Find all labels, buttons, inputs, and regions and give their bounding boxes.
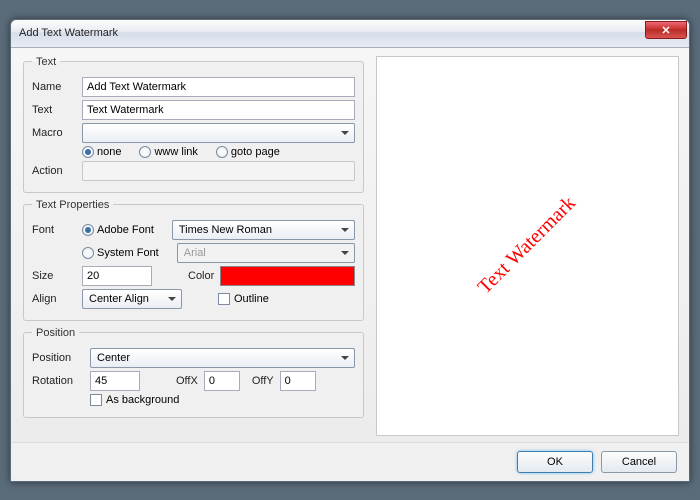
- system-font-select: Arial: [177, 243, 355, 263]
- outline-checkbox[interactable]: Outline: [218, 293, 269, 305]
- position-label: Position: [32, 352, 84, 364]
- size-label: Size: [32, 270, 76, 282]
- left-panel: Text Name Text Macro none www link goto …: [21, 56, 366, 436]
- text-input[interactable]: [82, 100, 355, 120]
- radio-system-font[interactable]: System Font: [82, 247, 159, 259]
- size-input[interactable]: [82, 266, 152, 286]
- align-label: Align: [32, 293, 76, 305]
- preview-panel: Text Watermark: [376, 56, 679, 436]
- font-label: Font: [32, 224, 76, 236]
- preview-canvas: Text Watermark: [376, 56, 679, 436]
- align-select[interactable]: Center Align: [82, 289, 182, 309]
- ok-button[interactable]: OK: [517, 451, 593, 473]
- color-swatch[interactable]: [220, 266, 355, 286]
- dialog-window: Add Text Watermark ✕ Text Name Text Macr…: [10, 19, 690, 482]
- titlebar: Add Text Watermark ✕: [11, 20, 689, 48]
- color-label: Color: [188, 270, 214, 282]
- action-label: Action: [32, 165, 76, 177]
- rotation-input[interactable]: [90, 371, 140, 391]
- checkbox-icon: [218, 293, 230, 305]
- radio-adobe-font[interactable]: Adobe Font: [82, 224, 154, 236]
- radio-none[interactable]: none: [82, 146, 121, 158]
- group-position-legend: Position: [32, 327, 79, 339]
- radio-www-link[interactable]: www link: [139, 146, 197, 158]
- macro-label: Macro: [32, 127, 76, 139]
- offy-input[interactable]: [280, 371, 316, 391]
- as-background-checkbox[interactable]: As background: [90, 394, 179, 406]
- macro-select[interactable]: [82, 123, 355, 143]
- name-label: Name: [32, 81, 76, 93]
- checkbox-icon: [90, 394, 102, 406]
- text-label: Text: [32, 104, 76, 116]
- action-input: [82, 161, 355, 181]
- name-input[interactable]: [82, 77, 355, 97]
- close-button[interactable]: ✕: [645, 21, 687, 39]
- window-title: Add Text Watermark: [19, 27, 645, 39]
- position-select[interactable]: Center: [90, 348, 355, 368]
- offx-label: OffX: [176, 375, 198, 387]
- adobe-font-select[interactable]: Times New Roman: [172, 220, 355, 240]
- dialog-body: Text Name Text Macro none www link goto …: [11, 48, 689, 442]
- watermark-preview-text: Text Watermark: [474, 192, 581, 299]
- group-text-legend: Text: [32, 56, 60, 68]
- group-text-properties: Text Properties Font Adobe Font Times Ne…: [23, 199, 364, 321]
- dialog-footer: OK Cancel: [11, 442, 689, 481]
- group-props-legend: Text Properties: [32, 199, 113, 211]
- offy-label: OffY: [252, 375, 274, 387]
- radio-goto-page[interactable]: goto page: [216, 146, 280, 158]
- close-icon: ✕: [661, 24, 670, 37]
- rotation-label: Rotation: [32, 375, 84, 387]
- radio-icon: [82, 224, 94, 236]
- radio-icon: [139, 146, 151, 158]
- group-text: Text Name Text Macro none www link goto …: [23, 56, 364, 193]
- offx-input[interactable]: [204, 371, 240, 391]
- cancel-button[interactable]: Cancel: [601, 451, 677, 473]
- group-position: Position Position Center Rotation OffX O…: [23, 327, 364, 418]
- radio-icon: [216, 146, 228, 158]
- radio-icon: [82, 146, 94, 158]
- radio-icon: [82, 247, 94, 259]
